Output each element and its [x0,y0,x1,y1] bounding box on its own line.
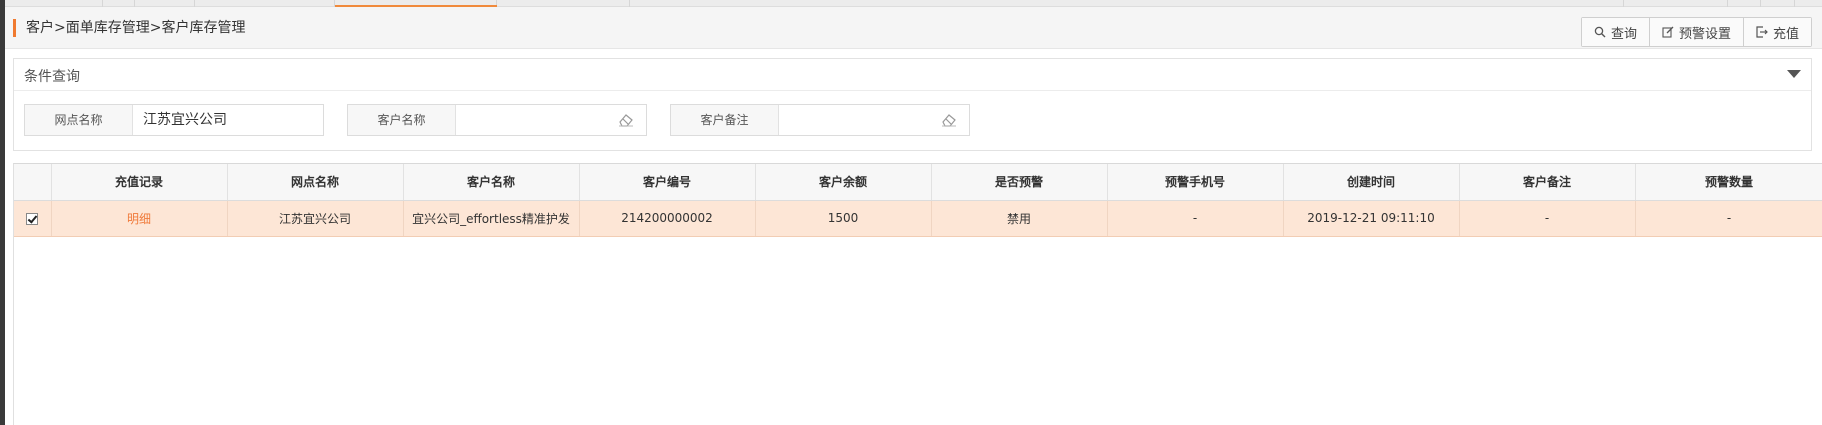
customer-inventory-table: 充值记录 网点名称 客户名称 客户编号 客户余额 是否预警 预警手机号 创建时间… [13,163,1822,425]
query-panel-header: 条件查询 [14,59,1811,91]
customer-name-field: 客户名称 [347,104,647,136]
table-cell: 禁用 [931,200,1108,237]
breadcrumb: 客户>面单库存管理>客户库存管理 [13,19,245,37]
table-cell: 江苏宜兴公司 [227,200,404,237]
column-header[interactable]: 创建时间 [1283,164,1460,201]
table-cell: 214200000002 [579,200,756,237]
table-cell: - [1459,200,1636,237]
customer-name-label: 客户名称 [348,105,456,135]
table-header-row: 充值记录 网点名称 客户名称 客户编号 客户余额 是否预警 预警手机号 创建时间… [14,164,1822,201]
table-cell: 明细 [51,200,228,237]
branch-name-label: 网点名称 [25,105,133,135]
table-cell: 1500 [755,200,932,237]
column-header[interactable]: 网点名称 [227,164,404,201]
table-cell: 2019-12-21 09:11:10 [1283,200,1460,237]
table-cell: - [1635,200,1822,237]
left-edge-strip [0,0,5,425]
query-button-label: 查询 [1610,26,1637,42]
eraser-icon[interactable] [941,113,957,127]
table-row[interactable]: 明细 江苏宜兴公司 宜兴公司_effortless精准护发 2142000000… [14,200,1822,237]
warn-setting-button[interactable]: 预警设置 [1649,18,1744,46]
column-header[interactable]: 预警手机号 [1107,164,1284,201]
search-icon [1594,26,1606,38]
top-tab[interactable] [1590,0,1624,7]
top-tab[interactable] [1761,0,1795,7]
top-tab[interactable] [497,0,630,7]
query-button[interactable]: 查询 [1581,18,1650,46]
table-cell: 宜兴公司_effortless精准护发 [403,200,580,237]
column-header[interactable]: 是否预警 [931,164,1108,201]
select-all-header [14,164,52,201]
page-header: 客户>面单库存管理>客户库存管理 查询 预警设置 充值 [5,7,1822,49]
collapse-triangle-icon[interactable] [1787,70,1801,78]
column-header[interactable]: 预警数量 [1635,164,1822,201]
eraser-icon[interactable] [618,113,634,127]
column-header[interactable]: 客户余额 [755,164,932,201]
top-tab[interactable] [195,0,335,7]
detail-link[interactable]: 明细 [127,212,151,226]
condition-query-panel: 条件查询 网点名称 客户名称 客户备注 [13,58,1812,151]
top-tab[interactable] [103,0,135,7]
top-tab[interactable] [1728,0,1761,7]
top-tab[interactable] [5,0,103,7]
branch-name-input[interactable] [133,105,323,135]
row-checkbox[interactable] [26,212,39,225]
customer-remark-label: 客户备注 [671,105,779,135]
row-checkbox-cell [14,200,52,237]
column-header[interactable]: 客户名称 [403,164,580,201]
warn-setting-button-label: 预警设置 [1678,26,1731,42]
customer-remark-field: 客户备注 [670,104,970,136]
edit-icon [1662,26,1674,38]
column-header[interactable]: 充值记录 [51,164,228,201]
top-tab[interactable] [1624,0,1728,7]
query-panel-title: 条件查询 [24,69,80,85]
export-icon [1756,26,1768,38]
column-header[interactable]: 客户备注 [1459,164,1636,201]
top-tab[interactable] [135,0,195,7]
top-tab-strip [5,0,1822,7]
recharge-button-label: 充值 [1772,26,1799,42]
column-header[interactable]: 客户编号 [579,164,756,201]
table-cell: - [1107,200,1284,237]
toolbar: 查询 预警设置 充值 [1580,17,1812,47]
branch-name-field: 网点名称 [24,104,324,136]
recharge-button[interactable]: 充值 [1743,18,1811,46]
